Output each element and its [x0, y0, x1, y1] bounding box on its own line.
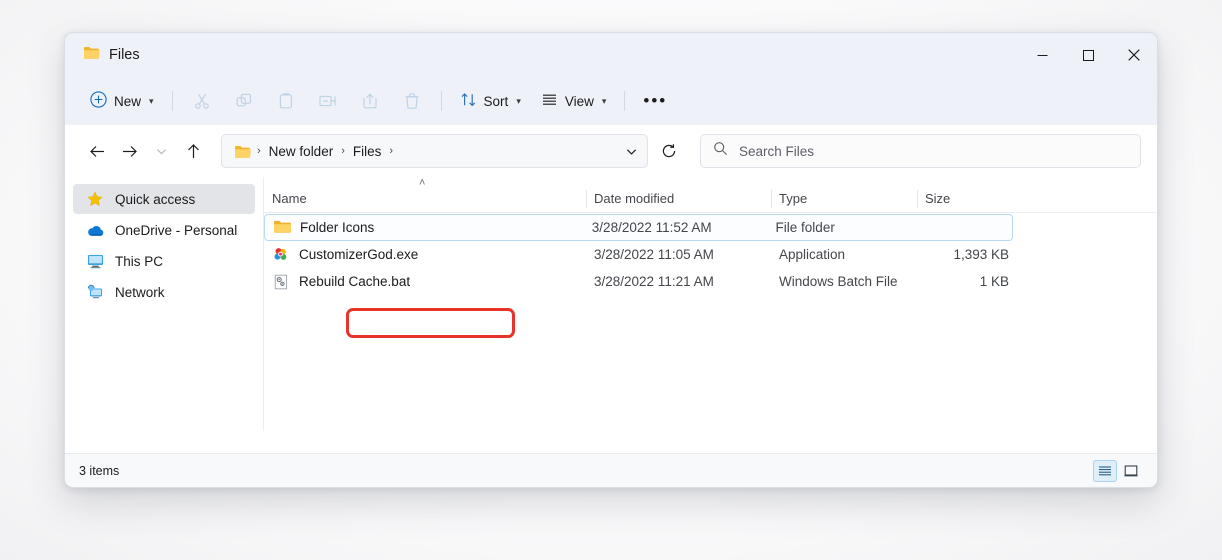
toolbar-divider-3 — [624, 91, 625, 111]
customizergod-app-icon — [272, 246, 290, 264]
file-rows: Folder Icons 3/28/2022 11:52 AM File fol… — [264, 213, 1157, 295]
item-count-label: 3 items — [79, 464, 119, 478]
file-date-cell: 3/28/2022 11:05 AM — [586, 247, 771, 262]
file-size-cell: 1 KB — [917, 274, 1017, 289]
copy-icon[interactable] — [224, 85, 264, 117]
file-type-cell: Windows Batch File — [771, 274, 917, 289]
column-header-date-modified[interactable]: Date modified — [586, 185, 771, 213]
address-dropdown-button[interactable] — [615, 135, 647, 167]
breadcrumb-separator: › — [255, 145, 263, 157]
breadcrumb: › New folder › Files › — [231, 141, 615, 162]
forward-button[interactable] — [113, 135, 145, 167]
table-row[interactable]: Rebuild Cache.bat 3/28/2022 11:21 AM Win… — [264, 268, 1149, 295]
network-icon — [86, 283, 104, 301]
file-type-cell: File folder — [768, 220, 913, 235]
recent-locations-button[interactable] — [145, 135, 177, 167]
list-lines-icon — [541, 91, 558, 111]
details-view-button[interactable] — [1093, 460, 1117, 482]
file-name-cell: Rebuild Cache.bat — [264, 273, 586, 291]
navigation-pane: Quick access OneDrive - Personal — [65, 177, 264, 431]
view-button[interactable]: View ▾ — [532, 85, 616, 117]
chevron-down-icon: ▾ — [149, 96, 154, 107]
file-name-cell: Folder Icons — [265, 219, 584, 237]
sidebar-item-label: Quick access — [115, 192, 195, 207]
star-icon — [86, 190, 104, 208]
ellipsis-icon: ••• — [643, 95, 667, 107]
window-controls — [1019, 33, 1157, 77]
file-name-cell: CustomizerGod.exe — [264, 246, 586, 264]
sidebar-item-label: OneDrive - Personal — [115, 223, 237, 238]
search-box[interactable]: Search Files — [700, 134, 1141, 168]
cut-icon[interactable] — [182, 85, 222, 117]
file-date-cell: 3/28/2022 11:21 AM — [586, 274, 771, 289]
address-bar[interactable]: › New folder › Files › — [221, 134, 648, 168]
breadcrumb-separator: › — [339, 145, 347, 157]
file-size-cell: 1,393 KB — [917, 247, 1017, 262]
see-more-button[interactable]: ••• — [634, 85, 676, 117]
folder-icon — [231, 144, 254, 159]
view-button-label: View — [565, 94, 594, 109]
sidebar-item-network[interactable]: Network — [73, 277, 255, 307]
table-row[interactable]: Folder Icons 3/28/2022 11:52 AM File fol… — [264, 214, 1013, 241]
file-name-text: CustomizerGod.exe — [299, 247, 418, 262]
sidebar-item-label: This PC — [115, 254, 163, 269]
sidebar-item-onedrive[interactable]: OneDrive - Personal — [73, 215, 255, 245]
search-icon — [713, 141, 728, 161]
address-bar-row: › New folder › Files › S — [65, 125, 1157, 177]
toolbar-divider-1 — [172, 91, 173, 111]
file-name-text: Folder Icons — [300, 220, 374, 235]
chevron-down-icon: ▾ — [516, 96, 521, 107]
file-explorer-window: Files New ▾ — [64, 32, 1158, 488]
minimize-button[interactable] — [1019, 33, 1065, 77]
search-input[interactable]: Search Files — [739, 144, 814, 159]
file-date-cell: 3/28/2022 11:52 AM — [584, 220, 768, 235]
maximize-button[interactable] — [1065, 33, 1111, 77]
column-headers: ˄ Name Date modified Type Size — [264, 185, 1157, 213]
new-button[interactable]: New ▾ — [81, 85, 163, 117]
paste-icon[interactable] — [266, 85, 306, 117]
monitor-icon — [86, 252, 104, 270]
command-bar: New ▾ — [65, 77, 1157, 125]
share-icon[interactable] — [350, 85, 390, 117]
plus-circle-icon — [90, 91, 107, 111]
explorer-body: Quick access OneDrive - Personal — [65, 177, 1157, 431]
window-title: Files — [109, 47, 140, 63]
table-row[interactable]: CustomizerGod.exe 3/28/2022 11:05 AM App… — [264, 241, 1149, 268]
title-bar: Files — [65, 33, 1157, 77]
breadcrumb-item-new-folder[interactable]: New folder — [264, 141, 339, 162]
cloud-icon — [86, 221, 104, 239]
column-header-name[interactable]: Name — [264, 185, 586, 213]
breadcrumb-item-files[interactable]: Files — [348, 141, 387, 162]
refresh-button[interactable] — [652, 134, 686, 168]
folder-icon — [273, 219, 291, 237]
sort-arrows-icon — [460, 91, 477, 111]
folder-icon — [83, 45, 100, 65]
delete-icon[interactable] — [392, 85, 432, 117]
file-type-cell: Application — [771, 247, 917, 262]
file-list-pane: ˄ Name Date modified Type Size — [264, 177, 1157, 431]
view-toggle-group — [1093, 460, 1143, 482]
column-header-size[interactable]: Size — [917, 185, 1017, 213]
status-bar: 3 items — [65, 453, 1157, 487]
file-name-text: Rebuild Cache.bat — [299, 274, 410, 289]
breadcrumb-separator: › — [387, 145, 395, 157]
new-button-label: New — [114, 94, 141, 109]
toolbar-divider-2 — [441, 91, 442, 111]
sidebar-item-label: Network — [115, 285, 165, 300]
sidebar-item-quick-access[interactable]: Quick access — [73, 184, 255, 214]
column-header-type[interactable]: Type — [771, 185, 917, 213]
up-button[interactable] — [177, 135, 209, 167]
large-icons-view-button[interactable] — [1119, 460, 1143, 482]
batch-file-icon — [272, 273, 290, 291]
sidebar-item-this-pc[interactable]: This PC — [73, 246, 255, 276]
title-bar-left: Files — [65, 45, 140, 65]
back-button[interactable] — [81, 135, 113, 167]
close-button[interactable] — [1111, 33, 1157, 77]
sort-button-label: Sort — [484, 94, 509, 109]
rename-icon[interactable] — [308, 85, 348, 117]
sort-button[interactable]: Sort ▾ — [451, 85, 530, 117]
chevron-down-icon: ▾ — [602, 96, 607, 107]
